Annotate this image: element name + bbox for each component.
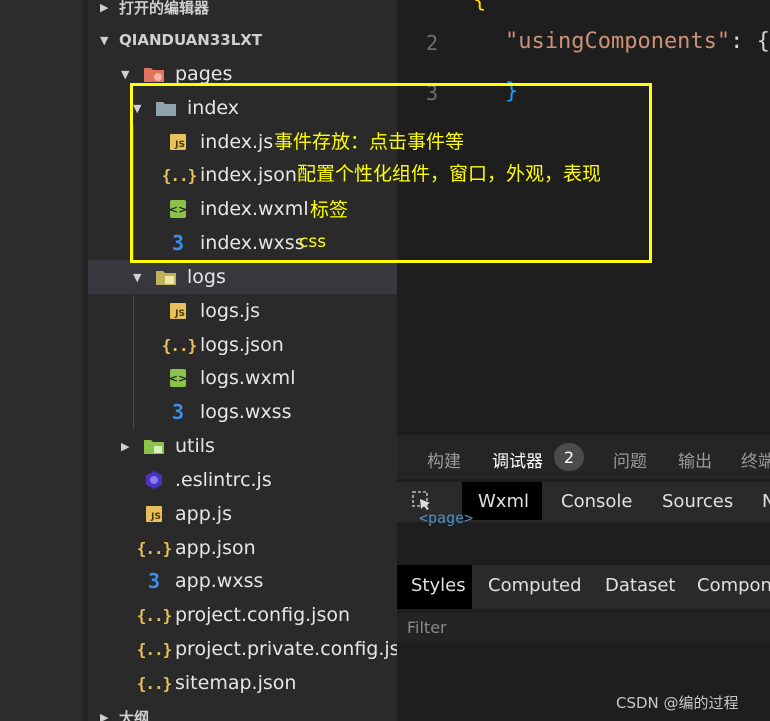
tree-item-logs[interactable]: ▼ logs	[88, 260, 397, 294]
chevron-right-icon: ▶	[100, 710, 109, 721]
tab-styles[interactable]: Styles	[411, 575, 466, 596]
json-key: "usingComponents"	[505, 29, 731, 54]
wxss-file-icon: 3	[171, 400, 185, 424]
wxml-page-node[interactable]: <page>	[419, 509, 473, 527]
tree-item-app-js[interactable]: JS app.js	[88, 497, 397, 531]
tab-output[interactable]: 输出	[678, 447, 712, 472]
tab-component-data[interactable]: Component Data	[697, 575, 770, 596]
tab-sources[interactable]: Sources	[662, 491, 733, 512]
debugger-count-badge: 2	[554, 443, 584, 471]
folder-pages-icon	[143, 63, 165, 85]
tree-item-project-private[interactable]: {..} project.private.config.js...	[88, 632, 397, 666]
tab-computed[interactable]: Computed	[488, 575, 582, 596]
styles-tab-bar: Styles Computed Dataset Component Data	[397, 565, 770, 609]
json-file-icon: {..}	[136, 673, 173, 693]
folder-utils-icon	[143, 435, 165, 457]
code-line-1-fragment: {	[473, 0, 487, 13]
annotation-wxss: css	[299, 232, 327, 252]
tree-item-logs-js[interactable]: JS logs.js	[88, 294, 397, 328]
tree-item-label: logs.js	[200, 300, 261, 322]
tree-item-eslintrc[interactable]: .eslintrc.js	[88, 463, 397, 497]
styles-filter-input[interactable]: Filter	[397, 613, 770, 643]
tree-item-label: app.js	[175, 503, 232, 525]
tree-item-label: project.private.config.js...	[175, 638, 397, 660]
json-file-icon: {..}	[161, 335, 198, 355]
code-line-2: "usingComponents": {	[505, 29, 770, 54]
tree-item-label: project.config.json	[175, 604, 351, 626]
tree-item-sitemap[interactable]: {..} sitemap.json	[88, 666, 397, 700]
tree-item-label: logs	[187, 266, 226, 288]
chevron-right-icon: ▶	[121, 439, 130, 453]
panel-tab-bar: 构建 调试器 2 问题 输出 终端	[397, 435, 770, 479]
eslint-icon	[143, 469, 165, 491]
chevron-right-icon: ▶	[100, 0, 109, 14]
tab-dataset[interactable]: Dataset	[605, 575, 676, 596]
chevron-down-icon: ▼	[100, 33, 109, 47]
chevron-down-icon: ▼	[133, 270, 142, 284]
json-punct: : {	[730, 29, 770, 54]
tree-item-app-json[interactable]: {..} app.json	[88, 531, 397, 565]
open-editors-label: 打开的编辑器	[119, 0, 210, 17]
open-editors-section[interactable]: ▶ 打开的编辑器	[88, 0, 397, 24]
chevron-down-icon: ▼	[121, 67, 130, 81]
tree-item-label: sitemap.json	[175, 672, 297, 694]
project-label: QIANDUAN33LXT	[119, 31, 263, 49]
tab-console[interactable]: Console	[561, 491, 632, 512]
tree-item-label: app.wxss	[175, 570, 264, 592]
tree-item-label: logs.wxss	[200, 401, 292, 423]
tree-item-label: .eslintrc.js	[175, 469, 272, 491]
json-file-icon: {..}	[136, 639, 173, 659]
tree-item-logs-json[interactable]: {..} logs.json	[88, 328, 397, 362]
json-file-icon: {..}	[136, 538, 173, 558]
outline-label: 大纲	[119, 708, 150, 721]
tree-item-label: pages	[175, 63, 233, 85]
line-number: 2	[425, 31, 439, 55]
annotation-json: 配置个性化组件，窗口，外观，表现	[297, 163, 602, 185]
js-file-icon: JS	[143, 503, 165, 525]
tree-item-label: utils	[175, 435, 215, 457]
annotation-wxml: 标签	[310, 199, 349, 221]
tree-item-label: logs.wxml	[200, 367, 296, 389]
annotation-js: 事件存放：点击事件等	[274, 131, 465, 153]
tab-network[interactable]: Network	[762, 491, 770, 512]
tab-debugger[interactable]: 调试器	[492, 447, 543, 472]
watermark: CSDN @编的过程	[616, 694, 739, 712]
tab-build[interactable]: 构建	[427, 447, 461, 472]
tree-item-label: logs.json	[200, 334, 284, 356]
tab-terminal[interactable]: 终端	[741, 447, 770, 472]
tab-wxml[interactable]: Wxml	[478, 491, 529, 512]
wxml-file-icon: <>	[167, 367, 189, 389]
json-file-icon: {..}	[136, 605, 173, 625]
tree-item-logs-wxss[interactable]: 3 logs.wxss	[88, 395, 397, 429]
tree-item-project-config[interactable]: {..} project.config.json	[88, 598, 397, 632]
tree-item-label: app.json	[175, 537, 256, 559]
filter-placeholder: Filter	[407, 618, 447, 637]
js-file-icon: JS	[167, 300, 189, 322]
tree-item-utils[interactable]: ▶ utils	[88, 429, 397, 463]
tree-item-app-wxss[interactable]: 3 app.wxss	[88, 564, 397, 598]
activity-bar	[0, 0, 88, 721]
project-section[interactable]: ▼ QIANDUAN33LXT	[88, 23, 397, 57]
tab-problems[interactable]: 问题	[613, 447, 647, 472]
folder-logs-icon	[155, 266, 177, 288]
tree-item-logs-wxml[interactable]: <> logs.wxml	[88, 361, 397, 395]
outline-section[interactable]: ▶ 大纲	[88, 700, 397, 721]
bottom-panel: 构建 调试器 2 问题 输出 终端 Wxml Console Sources N…	[397, 435, 770, 721]
wxss-file-icon: 3	[147, 569, 161, 593]
